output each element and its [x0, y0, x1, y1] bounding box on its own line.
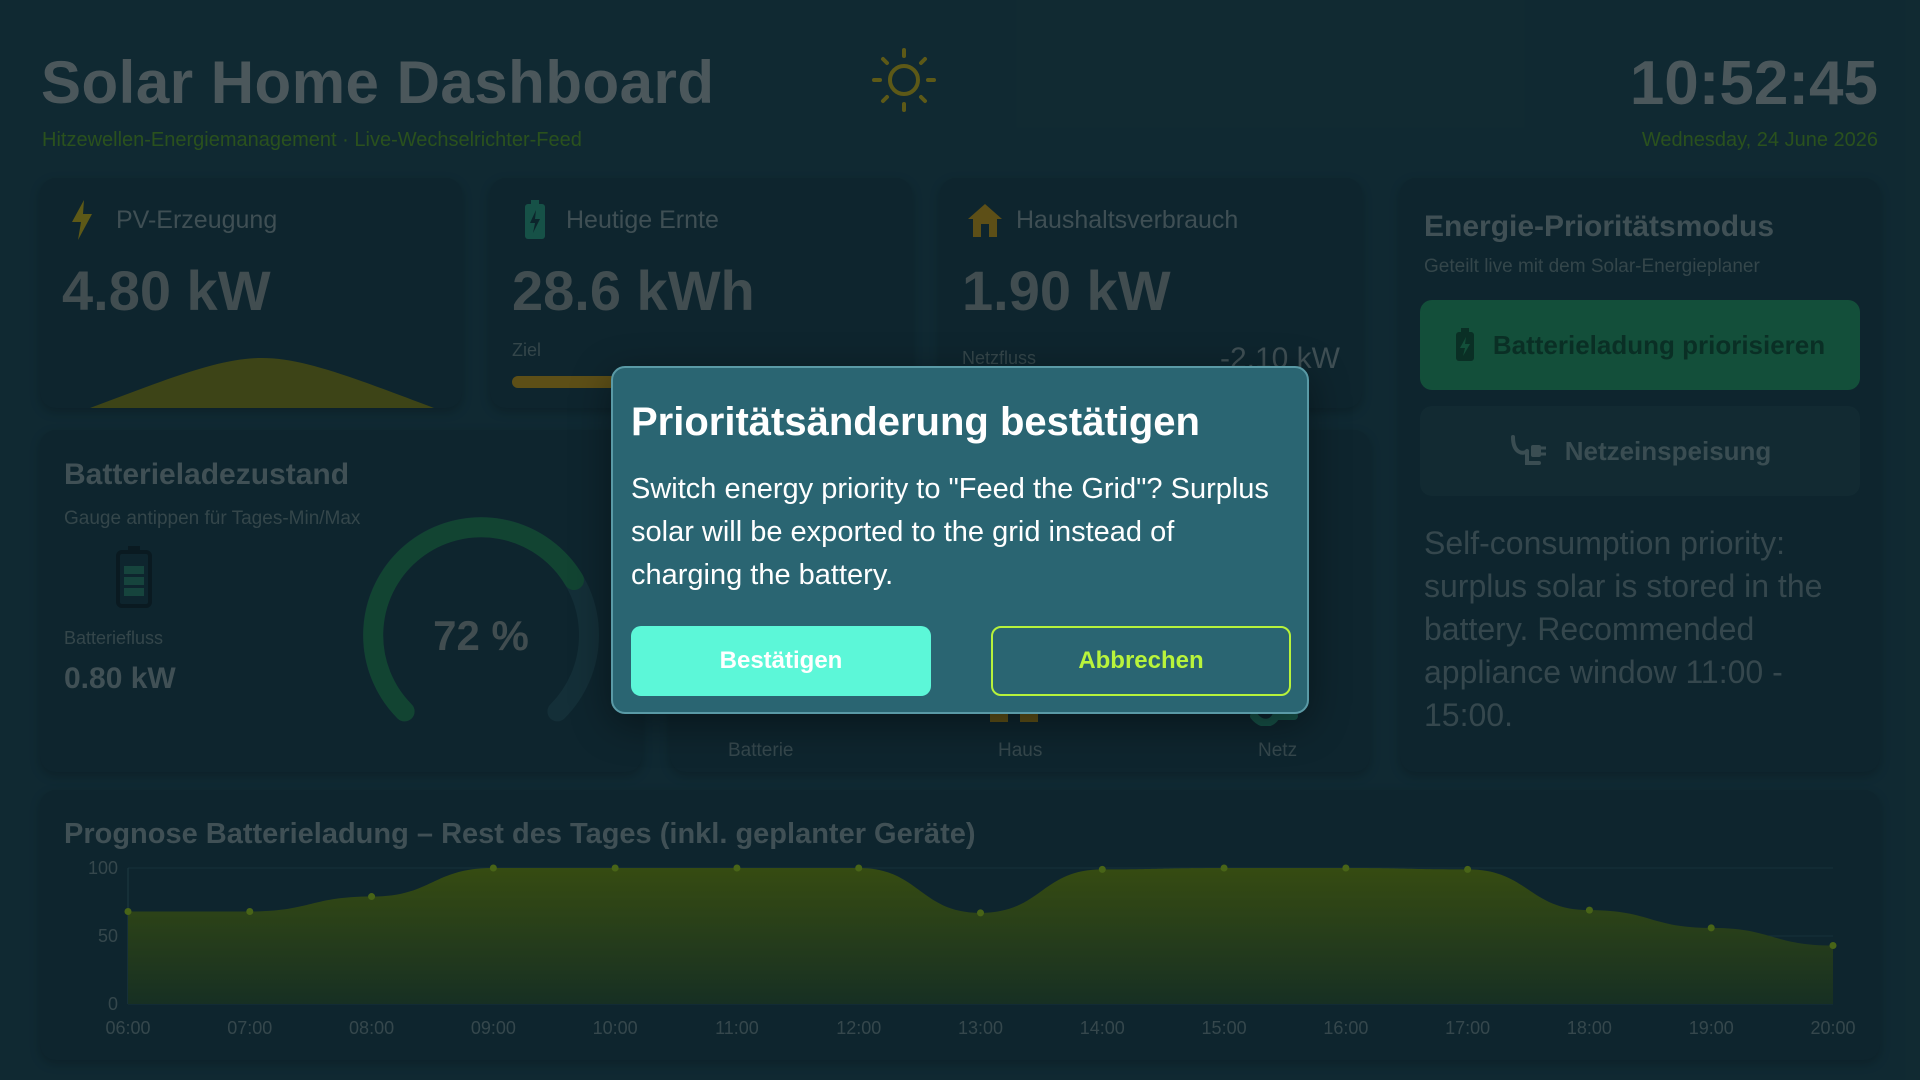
dialog-title: Prioritätsänderung bestätigen [631, 400, 1200, 444]
cancel-button[interactable]: Abbrechen [991, 626, 1291, 696]
confirm-dialog: Prioritätsänderung bestätigen Switch ene… [611, 366, 1309, 714]
dialog-message: Switch energy priority to "Feed the Grid… [631, 473, 1269, 591]
confirm-button[interactable]: Bestätigen [631, 626, 931, 696]
